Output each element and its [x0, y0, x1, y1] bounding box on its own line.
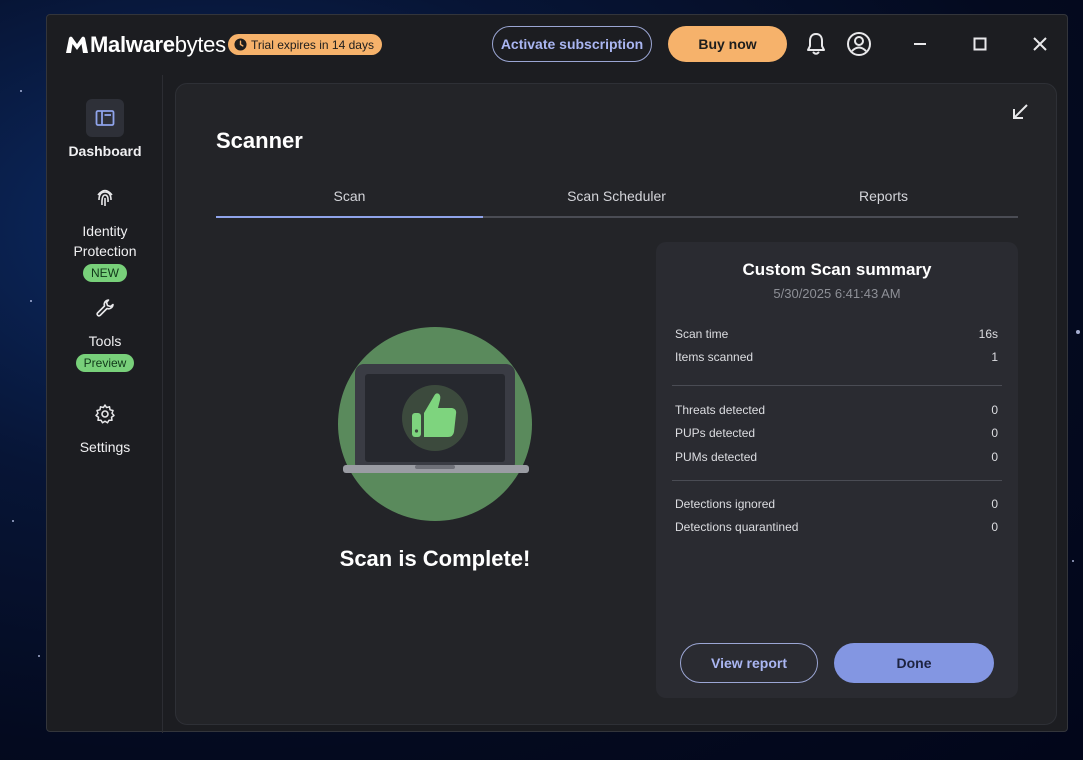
activate-subscription-button[interactable]: Activate subscription — [492, 26, 652, 62]
sidebar-item-settings-icon-wrap — [86, 395, 124, 433]
sidebar-item-label: Settings — [79, 439, 131, 455]
summary-row-threats: Threats detected 0 — [675, 403, 998, 417]
scan-complete-message: Scan is Complete! — [339, 546, 531, 571]
new-badge: NEW — [83, 264, 127, 282]
sidebar-item-dashboard[interactable]: Dashboard — [47, 99, 163, 161]
summary-row-value: 0 — [991, 520, 998, 534]
sidebar-item-label: Tools — [88, 333, 122, 349]
view-report-button[interactable]: View report — [680, 643, 818, 683]
buy-now-button[interactable]: Buy now — [668, 26, 787, 62]
summary-row-items-scanned: Items scanned 1 — [675, 350, 998, 364]
summary-title: Custom Scan summary — [742, 260, 932, 279]
summary-row-label: Detections quarantined — [675, 520, 799, 534]
background-star — [38, 655, 40, 657]
account-icon[interactable] — [846, 31, 872, 57]
sidebar-item-tools-icon-wrap — [86, 289, 124, 327]
close-icon[interactable] — [1029, 33, 1051, 55]
wrench-icon — [96, 299, 114, 317]
summary-row-value: 1 — [991, 350, 998, 364]
tab-scan-scheduler[interactable]: Scan Scheduler — [483, 184, 750, 216]
summary-row-value: 0 — [991, 426, 998, 440]
trial-badge-text: Trial expires in 14 days — [251, 37, 374, 52]
summary-divider — [672, 480, 1002, 481]
summary-row-pums: PUMs detected 0 — [675, 450, 998, 464]
done-button[interactable]: Done — [834, 643, 994, 683]
background-star — [20, 90, 22, 92]
background-star — [1072, 560, 1074, 562]
summary-row-value: 0 — [991, 403, 998, 417]
sidebar: Dashboard Identity Protection NEW Tools … — [47, 75, 163, 733]
notification-bell-icon[interactable] — [803, 31, 829, 57]
background-star — [12, 520, 14, 522]
sidebar-item-dashboard-icon-wrap — [86, 99, 124, 137]
summary-row-label: Scan time — [675, 327, 729, 341]
summary-row-scan-time: Scan time 16s — [675, 327, 998, 341]
minimize-icon[interactable] — [909, 33, 931, 55]
malwarebytes-logo: Malware bytes — [65, 31, 226, 59]
tab-reports[interactable]: Reports — [750, 184, 1017, 216]
summary-row-value: 16s — [978, 327, 998, 341]
maximize-icon[interactable] — [969, 33, 991, 55]
app-window: Malware bytes Trial expires in 14 days Ac… — [46, 14, 1068, 733]
logo-text-light: bytes — [174, 32, 226, 57]
summary-row-label: Detections ignored — [675, 497, 776, 511]
summary-date: 5/30/2025 6:41:43 AM — [773, 286, 901, 301]
scan-complete-illustration — [338, 327, 532, 521]
dashboard-icon — [95, 110, 115, 126]
summary-row-label: Items scanned — [675, 350, 754, 364]
summary-row-quarantined: Detections quarantined 0 — [675, 520, 998, 534]
summary-row-label: PUPs detected — [675, 426, 756, 440]
laptop-notch — [415, 465, 455, 469]
preview-badge: Preview — [75, 354, 135, 372]
page-title: Scanner — [216, 128, 303, 153]
background-star — [1076, 330, 1080, 334]
sidebar-item-tools[interactable]: Tools Preview — [47, 289, 163, 372]
scanner-tabs: Scan Scan Scheduler Reports — [216, 184, 1018, 218]
logo-m-icon — [66, 36, 88, 53]
trial-badge[interactable]: Trial expires in 14 days — [228, 34, 382, 55]
tab-scan[interactable]: Scan — [216, 184, 483, 218]
summary-divider — [672, 385, 1002, 386]
fingerprint-icon — [97, 189, 113, 206]
background-star — [30, 300, 32, 302]
summary-row-value: 0 — [991, 497, 998, 511]
summary-row-pups: PUPs detected 0 — [675, 426, 998, 440]
sidebar-item-identity-protection[interactable]: Identity Protection NEW — [47, 179, 163, 282]
sidebar-item-settings[interactable]: Settings — [47, 395, 163, 457]
sidebar-item-label: Identity — [82, 223, 128, 239]
logo-text-bold: Malware — [90, 32, 175, 57]
summary-row-value: 0 — [991, 450, 998, 464]
sidebar-item-label: Protection — [73, 243, 137, 259]
sidebar-item-label: Dashboard — [68, 143, 142, 159]
summary-row-label: PUMs detected — [675, 450, 758, 464]
summary-row-label: Threats detected — [675, 403, 766, 417]
summary-row-ignored: Detections ignored 0 — [675, 497, 998, 511]
collapse-arrow-icon[interactable] — [1008, 100, 1032, 124]
clock-icon — [234, 38, 247, 51]
gear-icon — [95, 404, 115, 424]
scan-summary-card: Custom Scan summary 5/30/2025 6:41:43 AM… — [656, 242, 1018, 698]
title-bar: Malware bytes Trial expires in 14 days Ac… — [47, 15, 1067, 75]
scanner-panel: Scanner Scan Scan Scheduler Reports Scan… — [175, 83, 1057, 725]
sidebar-item-identity-icon-wrap — [86, 179, 124, 217]
